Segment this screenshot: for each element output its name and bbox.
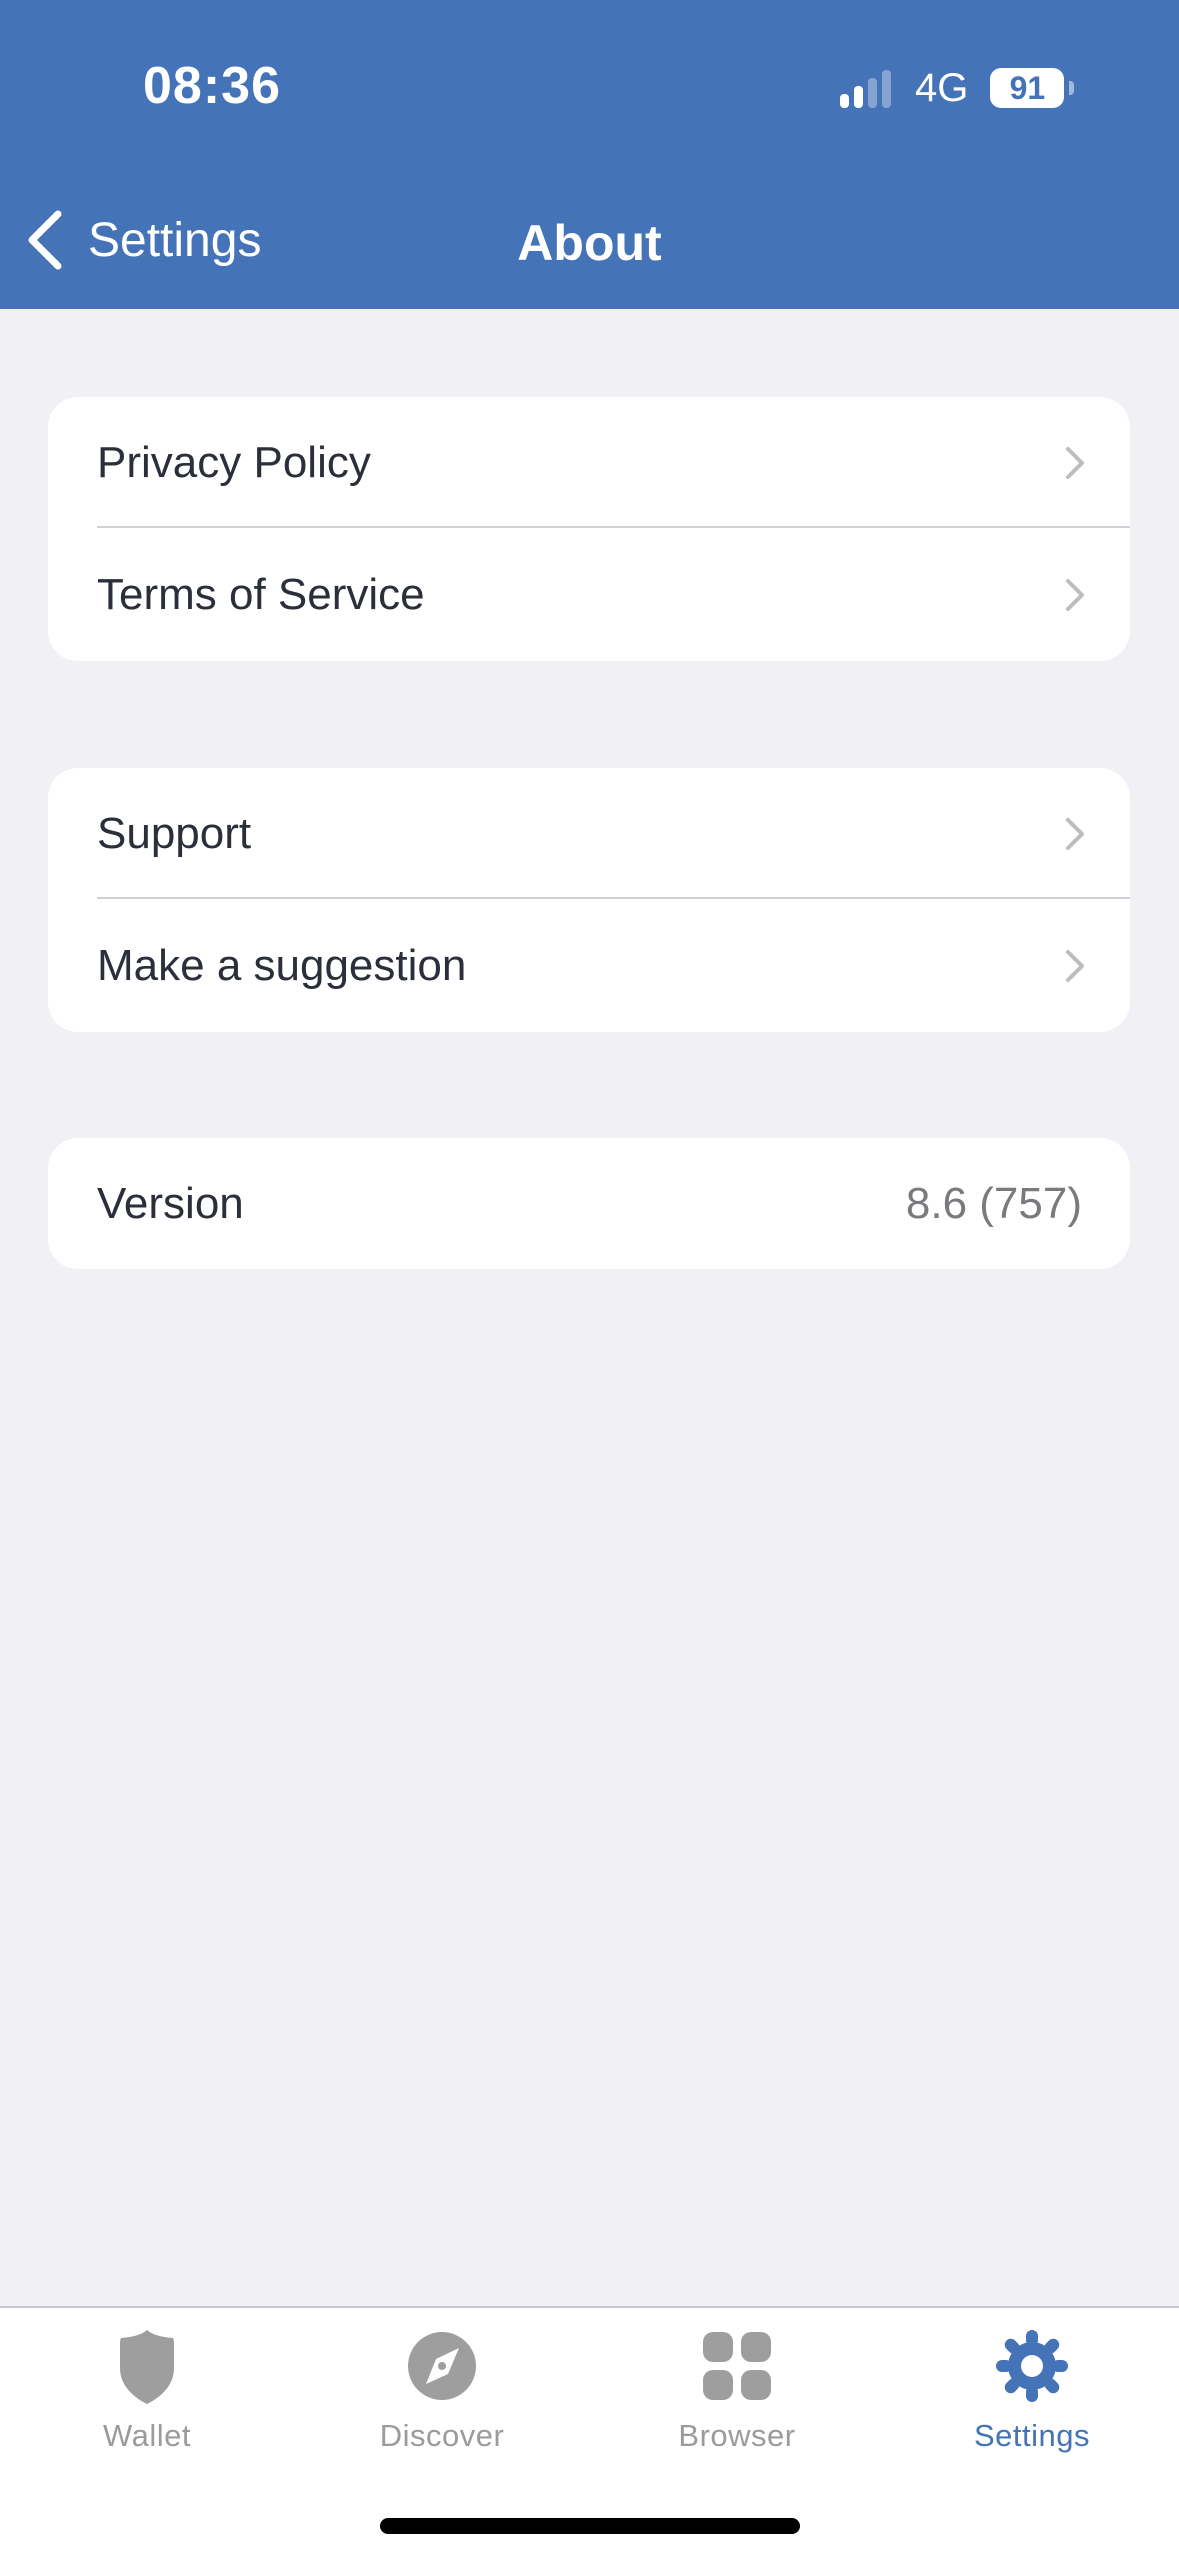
shield-icon xyxy=(120,2330,174,2404)
tab-browser[interactable]: Browser xyxy=(637,2308,837,2458)
cellular-signal-icon xyxy=(840,68,891,108)
battery-tip xyxy=(1069,81,1075,95)
gear-icon xyxy=(996,2330,1068,2402)
signal-bar xyxy=(882,70,891,108)
feedback-group: Support Make a suggestion xyxy=(48,768,1130,1032)
make-suggestion-row[interactable]: Make a suggestion xyxy=(48,899,1130,1032)
compass-icon xyxy=(408,2332,476,2400)
tab-label: Browser xyxy=(678,2418,796,2453)
chevron-right-icon xyxy=(1066,446,1084,479)
version-label: Version xyxy=(97,1178,244,1228)
grid-icon xyxy=(703,2332,771,2400)
tab-settings[interactable]: Settings xyxy=(932,2308,1132,2458)
privacy-policy-row[interactable]: Privacy Policy xyxy=(48,397,1130,528)
signal-bar xyxy=(854,86,863,108)
tab-discover[interactable]: Discover xyxy=(342,2308,542,2458)
tab-label: Wallet xyxy=(103,2418,191,2453)
row-label: Terms of Service xyxy=(97,569,425,619)
version-row: Version 8.6 (757) xyxy=(48,1138,1130,1269)
signal-bar xyxy=(840,94,849,108)
chevron-right-icon xyxy=(1066,578,1084,611)
signal-bar xyxy=(868,78,877,108)
battery-level: 91 xyxy=(1009,69,1046,106)
chevron-right-icon xyxy=(1066,949,1084,982)
battery-icon: 91 xyxy=(990,68,1075,108)
version-value: 8.6 (757) xyxy=(905,1178,1082,1228)
legal-group: Privacy Policy Terms of Service xyxy=(48,397,1130,661)
tab-label: Discover xyxy=(379,2418,505,2453)
row-label: Make a suggestion xyxy=(97,940,467,990)
version-group: Version 8.6 (757) xyxy=(48,1138,1130,1269)
page-title: About xyxy=(517,215,662,271)
terms-of-service-row[interactable]: Terms of Service xyxy=(48,528,1130,661)
tab-label: Settings xyxy=(973,2418,1090,2453)
tab-wallet[interactable]: Wallet xyxy=(47,2308,247,2458)
status-indicators: 4G 91 xyxy=(840,65,1075,110)
navigation-header: 08:36 4G 91 Settings About xyxy=(0,0,1179,309)
support-row[interactable]: Support xyxy=(48,768,1130,899)
chevron-right-icon xyxy=(1066,817,1084,850)
row-label: Support xyxy=(97,808,252,858)
row-label: Privacy Policy xyxy=(97,437,371,487)
network-type: 4G xyxy=(915,65,969,110)
status-time: 08:36 xyxy=(143,57,281,115)
home-indicator[interactable] xyxy=(380,2518,800,2534)
